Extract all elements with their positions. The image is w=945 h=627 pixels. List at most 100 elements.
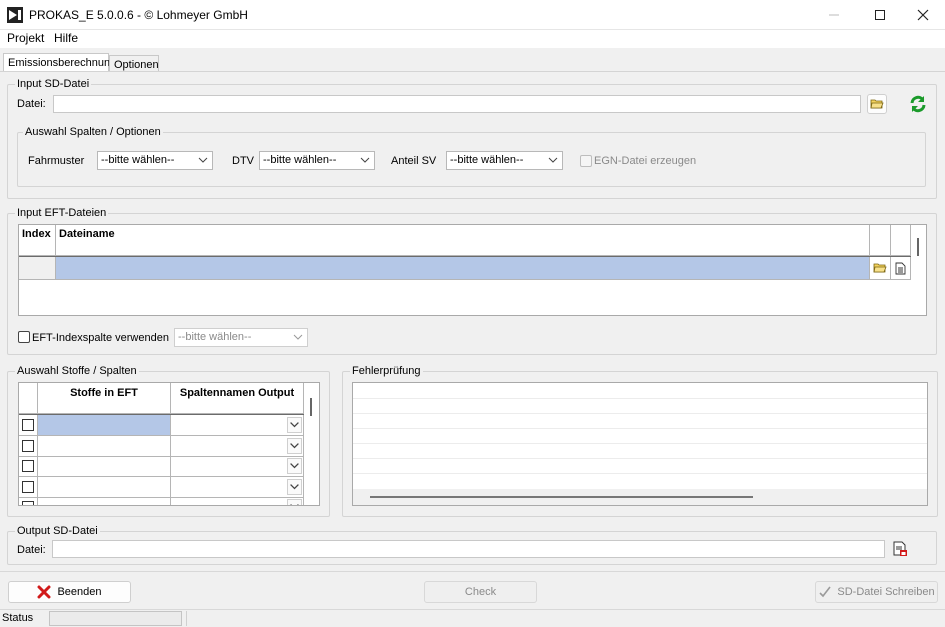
- stoffe-col-stoffe[interactable]: Stoffe in EFT: [38, 383, 171, 414]
- eft-row-browse-button[interactable]: [870, 257, 891, 280]
- beenden-button[interactable]: Beenden: [8, 581, 131, 603]
- maximize-button[interactable]: [857, 0, 903, 30]
- output-sd-file-label: Datei:: [17, 544, 46, 556]
- status-label: Status: [2, 612, 34, 624]
- stoffe-row-check-cell[interactable]: [19, 477, 38, 498]
- stoffe-row-stoff-cell[interactable]: [38, 436, 171, 457]
- eft-row-view-button[interactable]: [891, 257, 911, 280]
- chevron-down-icon[interactable]: [287, 417, 302, 433]
- fahrmuster-select-value: --bitte wählen--: [101, 154, 175, 166]
- menu-bar: [0, 30, 945, 48]
- fahrmuster-label: Fahrmuster: [28, 155, 85, 167]
- input-sd-file-field[interactable]: [53, 95, 861, 113]
- tab-optionen[interactable]: Optionen: [109, 55, 159, 71]
- refresh-icon: [910, 95, 926, 113]
- eft-index-checkbox[interactable]: [18, 331, 30, 343]
- stoffe-row-stoff-cell[interactable]: [38, 415, 171, 436]
- stoffe-col-spaltennamen[interactable]: Spaltennamen Output: [171, 383, 304, 414]
- eft-row-dateiname[interactable]: [56, 257, 870, 280]
- columns-options-group-label: Auswahl Spalten / Optionen: [23, 126, 163, 138]
- stoffe-row-check-cell[interactable]: [19, 497, 38, 505]
- eft-col-index[interactable]: Index: [19, 225, 56, 256]
- folder-open-icon: [873, 263, 887, 273]
- eft-col-browse: [870, 225, 891, 256]
- chevron-down-icon: [360, 157, 370, 163]
- fehler-grid-rows: [353, 383, 927, 489]
- fehler-group-label: Fehlerprüfung: [350, 365, 423, 377]
- chevron-down-icon: [293, 334, 303, 340]
- minimize-icon: [829, 14, 839, 16]
- close-icon: [917, 9, 929, 21]
- stoffe-row-output-select[interactable]: [171, 456, 304, 477]
- chevron-down-icon[interactable]: [287, 479, 302, 495]
- egn-checkbox-label: EGN-Datei erzeugen: [594, 155, 697, 167]
- eft-row-index[interactable]: [19, 257, 56, 280]
- refresh-button[interactable]: [907, 94, 929, 114]
- input-sd-group-label: Input SD-Datei: [15, 78, 92, 90]
- stoffe-row-stoff-cell[interactable]: [38, 477, 171, 498]
- maximize-icon: [875, 10, 885, 20]
- fehler-row-line: [353, 428, 927, 429]
- stoffe-row-checkbox[interactable]: [22, 501, 34, 505]
- chevron-down-icon[interactable]: [287, 458, 302, 474]
- menu-hilfe[interactable]: Hilfe: [54, 31, 78, 45]
- app-logo-icon: [7, 7, 23, 23]
- stoffe-row-check-cell[interactable]: [19, 436, 38, 457]
- stoffe-row-stoff-cell[interactable]: [38, 497, 171, 505]
- status-panel: [186, 611, 232, 626]
- chevron-down-icon: [548, 157, 558, 163]
- tab-emissionsberechnung[interactable]: Emissionsberechnung: [3, 53, 116, 71]
- stoffe-row-checkbox[interactable]: [22, 419, 34, 431]
- stoffe-row-output-select[interactable]: [171, 477, 304, 498]
- egn-checkbox[interactable]: [580, 155, 592, 167]
- output-sd-save-button[interactable]: [890, 539, 910, 559]
- dtv-label: DTV: [232, 155, 254, 167]
- stoffe-row-check-cell[interactable]: [19, 415, 38, 436]
- anteil-sv-select[interactable]: --bitte wählen--: [446, 151, 563, 170]
- sd-datei-schreiben-button[interactable]: SD-Datei Schreiben: [815, 581, 938, 603]
- stoffe-row-output-select[interactable]: [171, 436, 304, 457]
- fehler-row-line: [353, 458, 927, 459]
- stoffe-row-output-select[interactable]: [171, 497, 304, 505]
- stoffe-row-checkbox[interactable]: [22, 481, 34, 493]
- fehler-hscrollbar-thumb[interactable]: [370, 496, 753, 498]
- sd-datei-schreiben-label: SD-Datei Schreiben: [837, 586, 935, 598]
- eft-scrollbar-thumb[interactable]: [917, 238, 919, 256]
- menu-projekt[interactable]: Projekt: [7, 31, 44, 45]
- check-button[interactable]: Check: [424, 581, 537, 603]
- stoffe-scrollbar-thumb[interactable]: [310, 398, 312, 416]
- output-sd-group-label: Output SD-Datei: [15, 525, 100, 537]
- eft-col-dateiname[interactable]: Dateiname: [56, 225, 870, 256]
- stoffe-row-checkbox[interactable]: [22, 440, 34, 452]
- close-button[interactable]: [900, 0, 945, 30]
- chevron-down-icon[interactable]: [287, 499, 302, 505]
- stoffe-col-check: [19, 383, 38, 414]
- fehler-row-line: [353, 473, 927, 474]
- eft-index-checkbox-label: EFT-Indexspalte verwenden: [32, 332, 169, 344]
- eft-index-select[interactable]: --bitte wählen--: [174, 328, 308, 347]
- fehler-row-line: [353, 443, 927, 444]
- input-eft-group-label: Input EFT-Dateien: [15, 207, 109, 219]
- beenden-button-label: Beenden: [57, 586, 102, 598]
- dtv-select[interactable]: --bitte wählen--: [259, 151, 375, 170]
- fehler-row-line: [353, 398, 927, 399]
- stoffe-row-check-cell[interactable]: [19, 456, 38, 477]
- fahrmuster-select[interactable]: --bitte wählen--: [97, 151, 213, 170]
- chevron-down-icon[interactable]: [287, 438, 302, 454]
- check-button-label: Check: [464, 586, 497, 598]
- eft-index-select-value: --bitte wählen--: [178, 331, 252, 343]
- output-sd-file-field[interactable]: [52, 540, 885, 558]
- checkmark-icon: [819, 586, 832, 598]
- stoffe-row-stoff-cell[interactable]: [38, 456, 171, 477]
- stoffe-rows: [19, 415, 305, 505]
- stoffe-row-checkbox[interactable]: [22, 460, 34, 472]
- button-divider: [0, 571, 945, 572]
- stoffe-row-output-select[interactable]: [171, 415, 304, 436]
- eft-col-view: [891, 225, 911, 256]
- save-file-icon: [893, 541, 907, 556]
- stoffe-group-label: Auswahl Stoffe / Spalten: [15, 365, 139, 377]
- input-sd-browse-button[interactable]: [867, 94, 887, 114]
- minimize-button[interactable]: [811, 0, 857, 30]
- dtv-select-value: --bitte wählen--: [263, 154, 337, 166]
- status-progress: [49, 611, 182, 626]
